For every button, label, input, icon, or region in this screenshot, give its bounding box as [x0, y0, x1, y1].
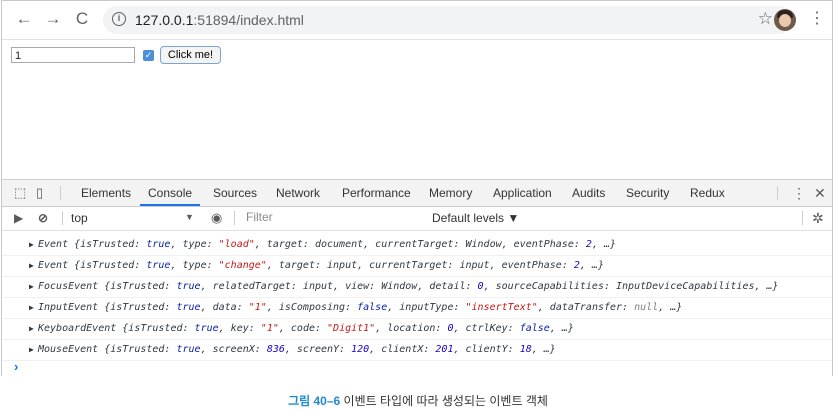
url-text[interactable]: 127.0.0.1:51894/index.html	[135, 12, 304, 28]
inspect-element-icon[interactable]: ⬚	[14, 186, 26, 200]
address-bar: ← → C i 127.0.0.1:51894/index.html ☆ ⋮	[2, 1, 832, 40]
forward-arrow-icon[interactable]: →	[42, 8, 64, 30]
log-entry[interactable]: ▶ InputEvent {isTrusted: true, data: "1"…	[2, 297, 832, 319]
devtools-menu-icon[interactable]: ⋮	[792, 186, 806, 200]
expand-triangle-icon[interactable]: ▶	[29, 255, 34, 276]
tab-console[interactable]: Console	[148, 186, 192, 200]
console-prompt-icon[interactable]: ›	[14, 359, 18, 374]
log-levels-dropdown[interactable]: Default levels ▼	[432, 211, 519, 225]
expand-triangle-icon[interactable]: ▶	[29, 297, 34, 318]
figure-caption: 그림 40–6 이벤트 타입에 따라 생성되는 이벤트 객체	[0, 392, 836, 409]
log-text: Event {isTrusted: true, type: "change", …	[38, 260, 604, 271]
checkbox[interactable]: ✓	[143, 50, 154, 61]
browser-window: ← → C i 127.0.0.1:51894/index.html ☆ ⋮ 1…	[1, 0, 833, 377]
tab-audits[interactable]: Audits	[572, 186, 605, 200]
expand-triangle-icon[interactable]: ▶	[29, 276, 34, 297]
profile-avatar[interactable]	[774, 9, 796, 31]
caption-text: 이벤트 타입에 따라 생성되는 이벤트 객체	[340, 394, 548, 408]
menu-kebab-icon[interactable]: ⋮	[809, 9, 825, 29]
console-output: ▶ Event {isTrusted: true, type: "load", …	[2, 231, 832, 377]
clear-console-icon[interactable]: ⊘	[38, 211, 48, 225]
text-input[interactable]: 1	[11, 47, 135, 63]
tab-security[interactable]: Security	[626, 186, 669, 200]
active-tab-indicator	[140, 204, 200, 206]
tab-memory[interactable]: Memory	[429, 186, 472, 200]
expand-triangle-icon[interactable]: ▶	[29, 318, 34, 339]
devtools-tabbar: ⬚ ▯ Elements Console Sources Network Per…	[2, 180, 832, 207]
tab-network[interactable]: Network	[276, 186, 320, 200]
page-viewport: 1 ✓ Click me!	[2, 40, 832, 179]
expand-triangle-icon[interactable]: ▶	[29, 339, 34, 360]
info-icon[interactable]: i	[112, 12, 126, 26]
log-entry[interactable]: ▶ FocusEvent {isTrusted: true, relatedTa…	[2, 276, 832, 298]
chevron-down-icon[interactable]: ▼	[185, 212, 194, 222]
log-text: MouseEvent {isTrusted: true, screenX: 83…	[38, 344, 556, 355]
log-entry[interactable]: ▶ KeyboardEvent {isTrusted: true, key: "…	[2, 318, 832, 340]
tab-redux[interactable]: Redux	[690, 186, 725, 200]
click-me-button[interactable]: Click me!	[160, 46, 221, 64]
log-text: Event {isTrusted: true, type: "load", ta…	[38, 239, 617, 250]
gear-icon[interactable]: ✲	[812, 210, 824, 227]
back-arrow-icon[interactable]: ←	[13, 8, 35, 30]
device-toolbar-icon[interactable]: ▯	[36, 186, 43, 200]
log-entry[interactable]: ▶ Event {isTrusted: true, type: "change"…	[2, 255, 832, 277]
tab-performance[interactable]: Performance	[342, 186, 411, 200]
tab-application[interactable]: Application	[493, 186, 552, 200]
eye-icon[interactable]: ◉	[211, 211, 222, 225]
figure-number: 그림 40–6	[288, 394, 341, 408]
console-filterbar: ▶ ⊘ top ▼ ◉ Filter Default levels ▼ ✲	[2, 207, 832, 231]
log-entry[interactable]: ▶ Event {isTrusted: true, type: "load", …	[2, 234, 832, 256]
tab-sources[interactable]: Sources	[213, 186, 257, 200]
context-selector[interactable]: top	[71, 211, 88, 225]
sidebar-toggle-icon[interactable]: ▶	[14, 211, 23, 225]
expand-triangle-icon[interactable]: ▶	[29, 234, 34, 255]
reload-icon[interactable]: C	[71, 8, 93, 30]
log-entry[interactable]: ▶ MouseEvent {isTrusted: true, screenX: …	[2, 339, 832, 361]
log-text: KeyboardEvent {isTrusted: true, key: "1"…	[38, 323, 574, 334]
close-icon[interactable]: ✕	[814, 186, 826, 200]
bookmark-star-icon[interactable]: ☆	[758, 9, 773, 29]
log-text: InputEvent {isTrusted: true, data: "1", …	[38, 302, 683, 313]
tab-elements[interactable]: Elements	[81, 186, 131, 200]
devtools-panel: ⬚ ▯ Elements Console Sources Network Per…	[2, 179, 832, 377]
omnibox[interactable]: i 127.0.0.1:51894/index.html ☆	[103, 6, 793, 34]
filter-input[interactable]: Filter	[242, 209, 424, 226]
log-text: FocusEvent {isTrusted: true, relatedTarg…	[38, 281, 779, 292]
